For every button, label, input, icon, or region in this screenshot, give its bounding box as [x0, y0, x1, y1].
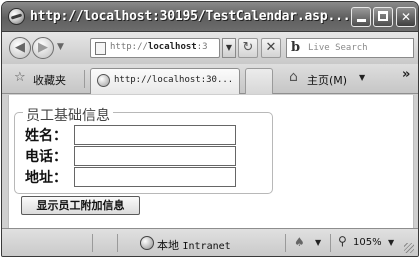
name-input[interactable]: [74, 125, 236, 145]
favorites-button[interactable]: 收藏夹: [33, 72, 66, 88]
protected-mode-dropdown-icon[interactable]: ▼: [315, 238, 321, 247]
star-icon[interactable]: ☆: [14, 70, 26, 85]
resize-grip[interactable]: [404, 243, 414, 253]
minimize-button[interactable]: [351, 7, 371, 27]
address-url[interactable]: http://localhost:3: [110, 42, 218, 56]
globe-icon: [140, 236, 154, 250]
navigation-bar: ◀ ▶ ▼ http://localhost:3 ▼ ↻ ✕ b Live Se…: [2, 32, 418, 64]
url-prefix: http://: [110, 42, 148, 52]
security-zone[interactable]: 本地 Intranet: [157, 237, 231, 253]
new-tab-button[interactable]: [245, 68, 273, 94]
address-bar[interactable]: http://localhost:3: [90, 38, 220, 58]
window-title: http://localhost:30195/TestCalendar.asp.…: [30, 9, 350, 24]
maximize-button[interactable]: [373, 7, 393, 27]
fieldset-legend: 员工基础信息: [23, 105, 113, 125]
home-button[interactable]: 主页(M): [307, 72, 347, 88]
stop-button[interactable]: ✕: [261, 38, 281, 58]
tab-title: http://localhost:30...: [114, 75, 234, 85]
search-box[interactable]: b Live Search: [286, 38, 414, 58]
address-input[interactable]: [74, 167, 236, 187]
favorites-bar: ☆ 收藏夹 http://localhost:30... ⌂ 主页(M) ▼ »: [2, 64, 418, 94]
home-icon[interactable]: ⌂: [289, 69, 298, 85]
page-icon: [95, 42, 106, 55]
minimize-icon: [356, 19, 366, 22]
page-content: 员工基础信息 姓名： 电话： 地址： 显示员工附加信息: [8, 95, 414, 228]
address-dropdown-button[interactable]: ▼: [222, 38, 236, 58]
status-bar: 本地 Intranet ♠ ▼ ⚲ 105% ▼: [2, 228, 418, 256]
title-bar: http://localhost:30195/TestCalendar.asp.…: [2, 2, 418, 32]
protected-mode-icon[interactable]: ♠: [294, 235, 305, 249]
phone-input[interactable]: [74, 146, 236, 166]
forward-button[interactable]: ▶: [32, 37, 54, 59]
tab-current-page[interactable]: http://localhost:30...: [90, 68, 240, 94]
status-divider: [117, 234, 118, 252]
maximize-icon: [378, 11, 388, 21]
address-label: 地址：: [25, 170, 67, 186]
zone-type: Intranet: [182, 241, 231, 252]
browser-window: http://localhost:30195/TestCalendar.asp.…: [1, 1, 419, 257]
tab-page-icon: [97, 74, 110, 87]
refresh-button[interactable]: ↻: [238, 38, 258, 58]
more-tools-chevron-icon[interactable]: »: [402, 67, 410, 82]
ie-logo-icon: [8, 8, 25, 25]
status-divider: [285, 234, 286, 252]
search-provider-icon: b: [291, 40, 301, 55]
phone-label: 电话：: [25, 149, 67, 165]
url-host: localhost: [147, 42, 197, 52]
zone-name: 本地: [157, 239, 179, 252]
status-divider: [92, 234, 93, 252]
zoom-level[interactable]: 105%: [353, 237, 382, 248]
zoom-dropdown-icon[interactable]: ▼: [388, 238, 394, 247]
magnifier-icon[interactable]: ⚲: [338, 234, 347, 248]
home-dropdown-icon[interactable]: ▼: [359, 73, 365, 82]
name-label: 姓名：: [25, 128, 67, 144]
back-button[interactable]: ◀: [9, 37, 31, 59]
status-divider: [330, 234, 331, 252]
close-button[interactable]: ✕: [396, 7, 416, 27]
search-placeholder: Live Search: [308, 43, 368, 53]
url-suffix: :3: [196, 42, 208, 52]
history-dropdown-icon[interactable]: ▼: [57, 42, 64, 52]
show-extra-info-button[interactable]: 显示员工附加信息: [21, 196, 140, 215]
